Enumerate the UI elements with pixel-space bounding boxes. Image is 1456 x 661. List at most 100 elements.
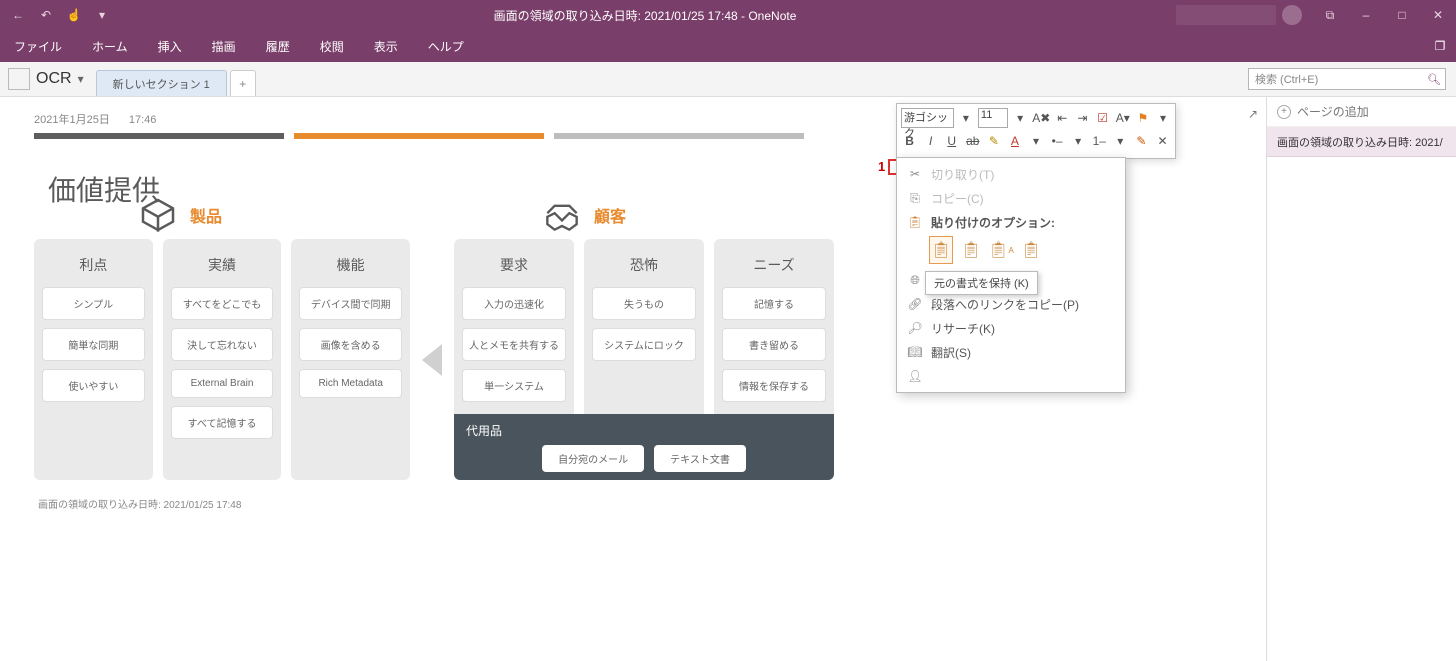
person-icon: 👤︎: [907, 369, 923, 383]
context-menu: ✂切り取り(T) ⎘コピー(C) 📋︎貼り付けのオプション: 📋︎ 📋︎ 📋︎A…: [896, 157, 1126, 393]
maximize-button[interactable]: □: [1384, 0, 1420, 30]
col-needs: ニーズ 記憶する 書き留める 情報を保存する: [714, 239, 834, 420]
paste-options-row: 📋︎ 📋︎ 📋︎A 📋︎: [897, 234, 1125, 268]
font-color-button[interactable]: A: [1006, 131, 1023, 151]
tags-dropdown-icon[interactable]: A▾: [1115, 108, 1131, 128]
flag-drop-icon[interactable]: ▾: [1155, 108, 1171, 128]
delete-button[interactable]: ✕: [1154, 131, 1171, 151]
ribbon-tabs: ファイル ホーム 挿入 描画 履歴 校閲 表示 ヘルプ ❐: [0, 30, 1456, 62]
tab-draw[interactable]: 描画: [206, 34, 242, 59]
bullets-button[interactable]: •–: [1049, 131, 1066, 151]
col-wants: 要求 入力の迅速化 人とメモを共有する 単一システム: [454, 239, 574, 420]
translate-icon: 📖︎: [907, 345, 923, 359]
search-placeholder: 検索 (Ctrl+E): [1255, 71, 1318, 87]
clipboard-icon: 📋︎: [907, 215, 923, 229]
add-page-button[interactable]: + ページの追加: [1267, 97, 1456, 127]
menu-research[interactable]: 🔎︎リサーチ(K): [897, 316, 1125, 340]
close-button[interactable]: ✕: [1420, 0, 1456, 30]
flag-icon[interactable]: ⚑: [1135, 108, 1151, 128]
page-canvas[interactable]: ↗ 2021年1月25日 17:46 価値提供 製品: [0, 97, 1266, 661]
minimize-button[interactable]: –: [1348, 0, 1384, 30]
notebook-name[interactable]: OCR: [36, 70, 72, 88]
section-header: OCR ▾ 新しいセクション 1 + 検索 (Ctrl+E) 🔍︎: [0, 62, 1456, 97]
clear-format-icon[interactable]: A✖: [1032, 108, 1050, 128]
tab-history[interactable]: 履歴: [260, 34, 296, 59]
account-name[interactable]: [1176, 5, 1276, 25]
outdent-icon[interactable]: ⇤: [1054, 108, 1070, 128]
col-benefits: 利点 シンプル 簡単な同期 使いやすい: [34, 239, 153, 480]
page-time: 17:46: [129, 114, 157, 126]
todo-tag-icon[interactable]: ☑: [1095, 108, 1111, 128]
italic-button[interactable]: I: [922, 131, 939, 151]
mini-toolbar: 游ゴシック ▾ 11 ▾ A✖ ⇤ ⇥ ☑ A▾ ⚑ ▾ B I U ab ✎ …: [896, 103, 1176, 159]
page-date: 2021年1月25日: [34, 114, 110, 126]
tab-help[interactable]: ヘルプ: [422, 34, 470, 59]
customer-label: 顧客: [594, 203, 626, 227]
menu-paste-options-label: 📋︎貼り付けのオプション:: [897, 210, 1125, 234]
quick-access-toolbar: ← ↶ ☝ ▾: [0, 3, 114, 27]
menu-person[interactable]: 👤︎: [897, 364, 1125, 388]
product-label: 製品: [190, 203, 222, 227]
page-list-item-current[interactable]: 画面の領域の取り込み日時: 2021/: [1267, 127, 1456, 157]
plus-icon: +: [1277, 105, 1291, 119]
research-icon: 🔎︎: [907, 321, 923, 335]
touch-mode-button[interactable]: ☝: [62, 3, 86, 27]
numbering-drop-icon[interactable]: ▾: [1112, 131, 1129, 151]
copy-icon: ⎘: [907, 191, 923, 206]
add-section-tab[interactable]: +: [230, 70, 256, 96]
notebook-dropdown-icon[interactable]: ▾: [78, 72, 84, 86]
section-tab[interactable]: 新しいセクション 1: [96, 70, 227, 96]
search-icon: 🔍︎: [1427, 73, 1441, 86]
paste-picture-button[interactable]: 📋︎: [1019, 236, 1043, 264]
annotation-marker-1: 1: [878, 159, 885, 174]
arrow-left-icon: [422, 344, 442, 376]
col-results: 実績 すべてをどこでも 決して忘れない External Brain すべて記憶…: [163, 239, 282, 480]
menu-translate[interactable]: 📖︎翻訳(S): [897, 340, 1125, 364]
font-name-combo[interactable]: 游ゴシック: [901, 108, 954, 128]
undo-button[interactable]: ↶: [34, 3, 58, 27]
paste-keep-source-button[interactable]: 📋︎: [929, 236, 953, 264]
tab-home[interactable]: ホーム: [86, 34, 134, 59]
indent-icon[interactable]: ⇥: [1074, 108, 1090, 128]
globe-icon: 🌐︎: [907, 273, 923, 288]
col-fears: 恐怖 失うもの システムにロック: [584, 239, 704, 420]
font-size-drop-icon[interactable]: ▾: [1012, 108, 1028, 128]
search-input[interactable]: 検索 (Ctrl+E) 🔍︎: [1248, 68, 1446, 90]
clipped-image: 価値提供 製品 顧客 利点 シンプル: [34, 133, 834, 511]
paste-text-only-button[interactable]: 📋︎A: [989, 236, 1013, 264]
substitutes-block: 代用品 自分宛のメール テキスト文書: [454, 414, 834, 480]
main-area: ↗ 2021年1月25日 17:46 価値提供 製品: [0, 97, 1456, 661]
customize-qat-dropdown[interactable]: ▾: [90, 3, 114, 27]
bold-button[interactable]: B: [901, 131, 918, 151]
font-size-combo[interactable]: 11: [978, 108, 1008, 128]
numbering-button[interactable]: 1–: [1091, 131, 1108, 151]
page-list-panel: + ページの追加 画面の領域の取り込み日時: 2021/: [1266, 97, 1456, 661]
menu-copy[interactable]: ⎘コピー(C): [897, 186, 1125, 210]
notebook-icon[interactable]: [8, 68, 30, 90]
font-name-drop-icon[interactable]: ▾: [958, 108, 974, 128]
format-painter-button[interactable]: ✎: [1133, 131, 1150, 151]
highlight-button[interactable]: ✎: [985, 131, 1002, 151]
link-icon: 🔗︎: [907, 297, 923, 311]
ribbon-display-button[interactable]: ⧉: [1312, 0, 1348, 30]
tab-view[interactable]: 表示: [368, 34, 404, 59]
strike-button[interactable]: ab: [964, 131, 981, 151]
canvas-columns: 利点 シンプル 簡単な同期 使いやすい 実績 すべてをどこでも 決して忘れない …: [34, 239, 834, 480]
menu-cut[interactable]: ✂切り取り(T): [897, 162, 1125, 186]
paste-merge-button[interactable]: 📋︎: [959, 236, 983, 264]
collapse-ribbon-button[interactable]: ❐: [1428, 34, 1452, 58]
underline-button[interactable]: U: [943, 131, 960, 151]
account-avatar[interactable]: [1282, 5, 1302, 25]
menu-copy-paragraph-link[interactable]: 🔗︎段落へのリンクをコピー(P): [897, 292, 1125, 316]
tab-insert[interactable]: 挿入: [152, 34, 188, 59]
col-features: 機能 デバイス間で同期 画像を含める Rich Metadata: [291, 239, 410, 480]
tab-file[interactable]: ファイル: [8, 34, 68, 59]
tab-review[interactable]: 校閲: [314, 34, 350, 59]
bullets-drop-icon[interactable]: ▾: [1070, 131, 1087, 151]
window-title: 画面の領域の取り込み日時: 2021/01/25 17:48 - OneNote: [114, 7, 1176, 24]
font-color-drop-icon[interactable]: ▾: [1027, 131, 1044, 151]
back-button[interactable]: ←: [6, 3, 30, 27]
title-bar: ← ↶ ☝ ▾ 画面の領域の取り込み日時: 2021/01/25 17:48 -…: [0, 0, 1456, 30]
fullscreen-icon[interactable]: ↗: [1248, 107, 1258, 121]
window-right-controls: ⧉ – □ ✕: [1176, 0, 1456, 30]
